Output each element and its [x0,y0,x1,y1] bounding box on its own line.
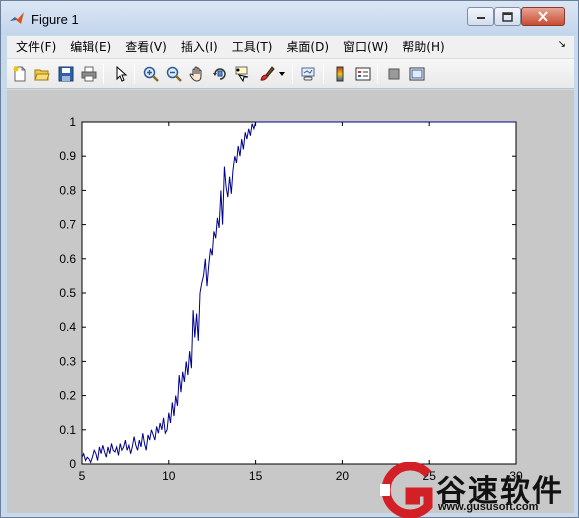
pan-hand-icon[interactable] [188,65,206,83]
toolbar-separator [134,64,135,84]
figure-window: Figure 1 文件(F) 编辑(E) 查看(V) 插入(I) 工具(T) 桌… [0,0,579,518]
menu-desktop[interactable]: 桌面(D) [279,36,336,58]
edit-plot-arrow-icon[interactable] [112,65,130,83]
window-title: Figure 1 [31,12,79,27]
minimize-icon [476,16,485,19]
zoom-in-icon[interactable] [142,65,160,83]
close-icon [538,11,548,22]
dock-arrow-icon[interactable]: ↘ [558,39,566,50]
plot-axes-box [81,121,517,465]
figure-toolbar [7,58,574,89]
menu-window[interactable]: 窗口(W) [336,36,395,58]
new-figure-icon[interactable] [11,65,29,83]
watermark: 谷速软件 www.gususoft.com [380,460,579,518]
open-file-icon[interactable] [33,65,51,83]
toolbar-separator [377,64,378,84]
x-tick-label: 15 [249,469,263,483]
y-tick-label: 0.3 [59,354,76,368]
y-tick-label: 0.6 [59,252,76,266]
y-tick-label: 0.8 [59,183,76,197]
minimize-button[interactable] [467,7,494,26]
title-bar[interactable]: Figure 1 [1,1,578,35]
y-tick-label: 0.5 [59,286,76,300]
menu-view[interactable]: 查看(V) [118,36,174,58]
matlab-logo-icon [9,10,25,26]
y-tick-label: 0.1 [59,423,76,437]
print-icon[interactable] [80,65,98,83]
rotate-3d-icon[interactable] [211,65,229,83]
close-button[interactable] [521,7,565,26]
x-tick-label: 20 [336,469,350,483]
line-plot[interactable]: 5 10 15 20 25 3000.10.20.30.40.50.60.70.80.91 [7,90,574,513]
menu-insert[interactable]: 插入(I) [174,36,225,58]
toolbar-separator [292,64,293,84]
legend-icon[interactable] [354,65,372,83]
brush-icon[interactable] [258,65,276,83]
brush-dropdown-icon[interactable] [277,65,287,83]
menu-file[interactable]: 文件(F) [7,36,63,58]
figure-canvas[interactable]: 5 10 15 20 25 30 0 0.1 0.2 0.3 0.4 0.5 0.6 0.7 0.8 0.9 1 [7,90,574,513]
menu-edit[interactable]: 编辑(E) [63,36,118,58]
hide-plot-tools-icon[interactable] [385,65,403,83]
colorbar-icon[interactable] [331,65,349,83]
x-tick-label: 10 [162,469,176,483]
link-plot-icon[interactable] [299,65,317,83]
menu-bar: 文件(F) 编辑(E) 查看(V) 插入(I) 工具(T) 桌面(D) 窗口(W… [7,36,574,58]
show-plot-tools-icon[interactable] [408,65,426,83]
maximize-icon [502,11,513,22]
y-tick-label: 0.9 [59,149,76,163]
x-tick-label: 5 [79,469,86,483]
menu-tools[interactable]: 工具(T) [225,36,280,58]
data-cursor-icon[interactable] [234,65,252,83]
y-tick-label: 0.4 [59,320,76,334]
watermark-url: www.gususoft.com [438,501,539,513]
y-tick-label: 0.2 [59,389,76,403]
y-tick-label: 0 [69,457,76,471]
toolbar-separator [323,64,324,84]
gusu-logo-icon [380,462,433,518]
y-tick-label: 1 [69,115,76,129]
maximize-button[interactable] [494,7,521,26]
menu-help[interactable]: 帮助(H) [395,36,451,58]
zoom-out-icon[interactable] [165,65,183,83]
y-tick-label: 0.7 [59,218,76,232]
save-icon[interactable] [57,65,75,83]
toolbar-separator [103,64,104,84]
